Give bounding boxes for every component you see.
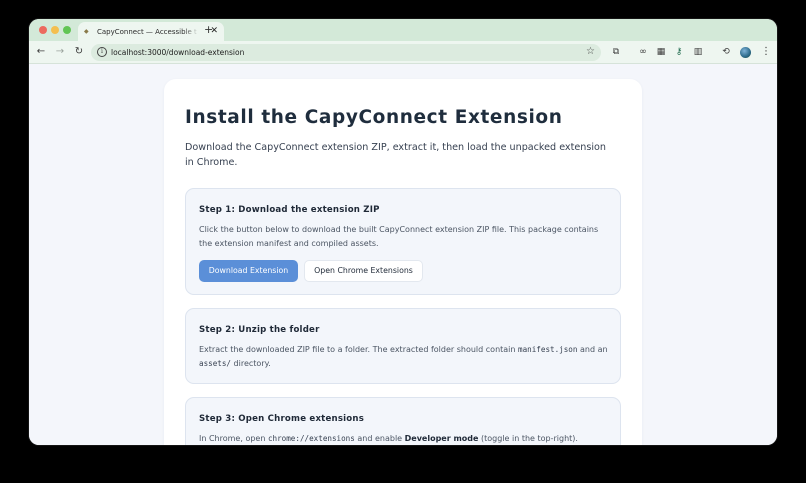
- qr-code-icon[interactable]: ▦: [654, 45, 668, 59]
- address-bar[interactable]: i localhost:3000/download-extension ☆: [91, 44, 601, 61]
- new-tab-icon[interactable]: +: [204, 23, 213, 37]
- site-info-icon[interactable]: i: [97, 47, 107, 57]
- close-window-button[interactable]: [39, 26, 47, 34]
- tab-title: CapyConnect — Accessible t: [97, 27, 197, 36]
- profile-avatar[interactable]: [740, 47, 751, 58]
- step-1-panel: Step 1: Download the extension ZIP Click…: [185, 188, 621, 295]
- step-3-text-part-1: In Chrome, open: [199, 434, 268, 443]
- address-bar-url: localhost:3000/download-extension: [111, 48, 245, 57]
- chrome-extensions-url-code: chrome://extensions: [267, 434, 355, 443]
- reload-icon[interactable]: ↻: [72, 45, 86, 59]
- link-icon[interactable]: ∞: [636, 45, 650, 59]
- step-3-title: Step 3: Open Chrome extensions: [199, 414, 365, 424]
- manifest-json-code: manifest.json: [518, 345, 578, 354]
- forward-arrow-icon[interactable]: →: [53, 45, 67, 59]
- step-2-text-part-2: and an: [577, 345, 608, 354]
- tab-strip: ◆ CapyConnect — Accessible t ✕ +: [29, 19, 777, 41]
- step-3-text-part-2: and enable: [354, 434, 405, 443]
- tab-capyconnect[interactable]: ◆ CapyConnect — Accessible t ✕: [78, 22, 224, 41]
- step-1-title: Step 1: Download the extension ZIP: [199, 205, 380, 215]
- step-2-panel: Step 2: Unzip the folder Extract the dow…: [185, 308, 621, 384]
- page-title: Install the CapyConnect Extension: [185, 107, 563, 128]
- chrome-labs-icon[interactable]: ⟲: [719, 45, 733, 59]
- back-arrow-icon[interactable]: ←: [34, 45, 48, 59]
- browser-toolbar: ← → ↻ i localhost:3000/download-extensio…: [29, 41, 777, 64]
- download-extension-button[interactable]: Download Extension: [199, 260, 298, 282]
- browser-window: ◆ CapyConnect — Accessible t ✕ + ← → ↻ i…: [29, 19, 777, 445]
- bookmark-star-icon[interactable]: ☆: [586, 45, 595, 59]
- capybara-favicon-icon: ◆: [84, 28, 89, 35]
- reading-list-icon[interactable]: ▥: [691, 45, 705, 59]
- intro-text: Download the CapyConnect extension ZIP, …: [185, 142, 606, 168]
- password-key-icon[interactable]: ⚷: [672, 45, 686, 59]
- step-3-panel: Step 3: Open Chrome extensions In Chrome…: [185, 397, 621, 445]
- maximize-window-button[interactable]: [63, 26, 71, 34]
- step-1-text: Click the button below to download the b…: [199, 225, 599, 248]
- developer-mode-label: Developer mode: [404, 434, 479, 443]
- open-chrome-extensions-button[interactable]: Open Chrome Extensions: [304, 260, 423, 282]
- step-3-text: In Chrome, open chrome://extensions and …: [199, 432, 609, 445]
- assets-dir-code: assets/: [199, 359, 232, 368]
- chrome-menu-icon[interactable]: ⋮: [761, 45, 771, 59]
- minimize-window-button[interactable]: [51, 26, 59, 34]
- step-3-text-part-3: (toggle in the top-right).: [478, 434, 578, 443]
- extensions-puzzle-icon[interactable]: ⧉: [609, 45, 623, 59]
- install-card: Install the CapyConnect Extension Downlo…: [164, 79, 642, 445]
- page-viewport: Install the CapyConnect Extension Downlo…: [29, 65, 777, 445]
- step-2-text-part-3: directory.: [231, 359, 271, 368]
- step-2-text: Extract the downloaded ZIP file to a fol…: [199, 343, 609, 371]
- step-2-text-part-1: Extract the downloaded ZIP file to a fol…: [199, 345, 519, 354]
- step-2-title: Step 2: Unzip the folder: [199, 325, 320, 335]
